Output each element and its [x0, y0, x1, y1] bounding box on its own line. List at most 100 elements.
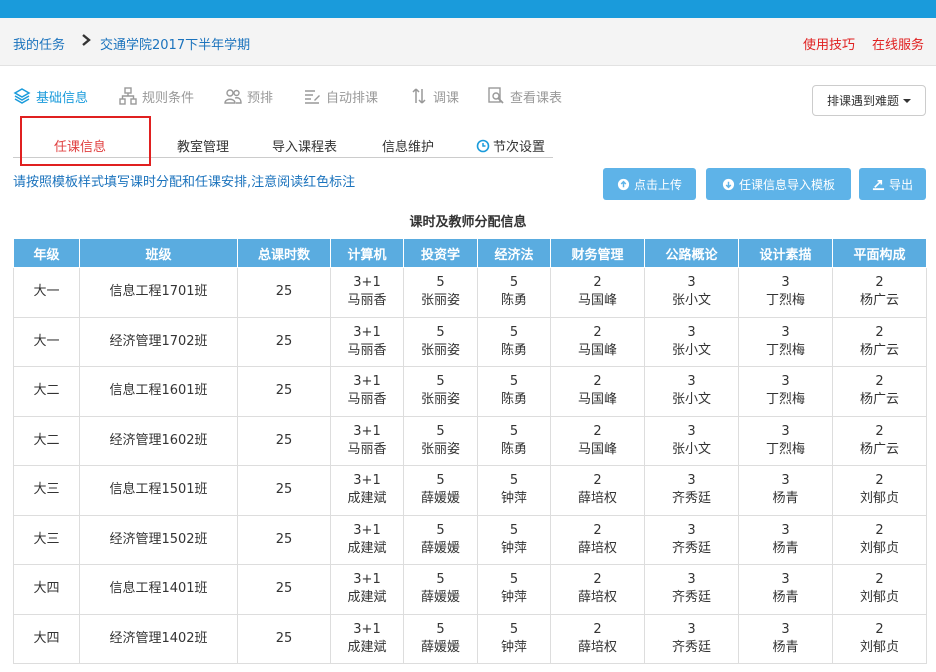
course-hours: 3+1	[353, 423, 381, 439]
course-teacher: 薛媛媛	[420, 491, 460, 507]
course-teacher: 齐秀廷	[671, 590, 711, 606]
course-hours: 3	[781, 374, 790, 390]
course-hours: 3	[687, 572, 696, 588]
course-hours: 3	[781, 473, 790, 489]
table-row: 大四 经济管理1402班 25 3+1 成建斌 5 薛媛媛 5 钟萍 2 薛培权 3 齐秀廷 3 杨青 2 刘郁…	[13, 613, 927, 664]
course-teacher: 马国峰	[577, 441, 617, 457]
tool-basic-info[interactable]: 基础信息	[13, 85, 88, 107]
edit-list-icon	[305, 90, 320, 104]
course-cell: 2 马国峰	[550, 415, 645, 466]
tool-view-schedule[interactable]: 查看课表	[487, 85, 562, 107]
course-cell: 3+1 马丽香	[330, 415, 404, 466]
total-hours-cell: 25	[237, 316, 331, 367]
course-cell: 5 张丽姿	[403, 316, 478, 367]
course-hours: 2	[875, 473, 884, 489]
total-hours-cell: 25	[237, 564, 331, 615]
instruction-hint: 请按照模板样式填写课时分配和任课安排,注意阅读红色标注	[13, 175, 356, 190]
column-header: 平面构成	[832, 238, 927, 268]
tab-info-maintenance[interactable]: 信息维护	[382, 136, 434, 155]
column-header: 经济法	[477, 238, 551, 268]
course-hours: 2	[593, 621, 602, 637]
course-hours: 2	[593, 374, 602, 390]
course-hours: 3	[781, 324, 790, 340]
course-teacher: 钟萍	[500, 590, 527, 606]
table-row: 大四 信息工程1401班 25 3+1 成建斌 5 薛媛媛 5 钟萍 2 薛培权 3 齐秀廷 3 杨青 2 刘郁…	[13, 564, 927, 615]
class-cell: 信息工程1701班	[79, 267, 238, 318]
tab-classroom-management[interactable]: 教室管理	[177, 136, 229, 155]
course-teacher: 刘郁贞	[859, 590, 899, 606]
course-hours: 5	[436, 275, 445, 291]
course-cell: 2 薛培权	[550, 613, 645, 664]
course-teacher: 马国峰	[577, 342, 617, 358]
course-cell: 3 齐秀廷	[644, 465, 739, 516]
download-circle-icon	[722, 178, 735, 190]
course-teacher: 薛培权	[577, 639, 617, 655]
course-teacher: 刘郁贞	[859, 639, 899, 655]
course-hours: 5	[509, 423, 519, 439]
layers-icon	[13, 88, 31, 104]
course-cell: 3 杨青	[738, 465, 833, 516]
table-body: 大一 信息工程1701班 25 3+1 马丽香 5 张丽姿 5 陈勇 2 马国峰 3 张小文 3 丁烈梅 2 杨…	[13, 267, 927, 664]
breadcrumb-current[interactable]: 交通学院2017下半年学期	[100, 34, 250, 53]
course-hours: 3+1	[353, 473, 381, 489]
course-hours: 2	[593, 324, 602, 340]
tool-auto-schedule[interactable]: 自动排课	[303, 85, 378, 107]
class-cell: 经济管理1702班	[79, 316, 238, 367]
upload-button[interactable]: 点击上传	[603, 168, 696, 200]
course-teacher: 钟萍	[500, 540, 527, 556]
tool-adjust[interactable]: 调课	[410, 85, 459, 107]
usage-tips-link[interactable]: 使用技巧	[803, 34, 855, 53]
tool-rules[interactable]: 规则条件	[119, 85, 194, 107]
course-teacher: 钟萍	[500, 639, 527, 655]
breadcrumb: 我的任务 交通学院2017下半年学期 使用技巧 在线服务	[0, 18, 936, 66]
course-teacher: 薛培权	[577, 540, 617, 556]
tab-period-settings[interactable]: 节次设置	[476, 136, 545, 155]
breadcrumb-my-tasks[interactable]: 我的任务	[13, 34, 65, 53]
course-cell: 3+1 成建斌	[330, 465, 404, 516]
tab-import-schedule[interactable]: 导入课程表	[272, 136, 337, 155]
column-header: 设计素描	[738, 238, 833, 268]
course-hours: 5	[509, 572, 519, 588]
export-button[interactable]: 导出	[859, 168, 926, 200]
course-hours: 3	[687, 275, 696, 291]
course-cell: 3 丁烈梅	[738, 366, 833, 417]
course-teacher: 钟萍	[500, 491, 527, 507]
export-icon	[872, 179, 885, 190]
course-cell: 5 张丽姿	[403, 415, 478, 466]
import-template-button[interactable]: 任课信息导入模板	[706, 168, 851, 200]
course-teacher: 杨广云	[859, 441, 899, 457]
grade-cell: 大四	[13, 613, 80, 664]
scheduling-help-dropdown[interactable]: 排课遇到难题	[812, 85, 926, 116]
course-teacher: 丁烈梅	[765, 392, 805, 408]
course-teacher: 丁烈梅	[765, 342, 805, 358]
clock-icon	[476, 139, 490, 152]
course-cell: 5 陈勇	[477, 267, 551, 318]
course-hours: 3	[781, 522, 790, 538]
button-label: 导出	[888, 177, 913, 192]
course-cell: 2 薛培权	[550, 514, 645, 565]
course-hours: 5	[436, 423, 445, 439]
table-row: 大一 经济管理1702班 25 3+1 马丽香 5 张丽姿 5 陈勇 2 马国峰 3 张小文 3 丁烈梅 2 杨…	[13, 316, 927, 367]
course-cell: 5 薛媛媛	[403, 514, 478, 565]
class-cell: 信息工程1601班	[79, 366, 238, 417]
course-teacher: 张丽姿	[420, 392, 460, 408]
course-teacher: 张丽姿	[420, 293, 460, 309]
course-cell: 3 张小文	[644, 267, 739, 318]
course-cell: 3 张小文	[644, 366, 739, 417]
course-teacher: 成建斌	[347, 639, 387, 655]
grade-cell: 大四	[13, 564, 80, 615]
course-teacher: 杨青	[772, 491, 799, 507]
course-teacher: 齐秀廷	[671, 491, 711, 507]
tool-label: 自动排课	[326, 90, 379, 106]
course-hours: 2	[593, 522, 602, 538]
grade-cell: 大二	[13, 366, 80, 417]
table-title: 课时及教师分配信息	[409, 215, 527, 230]
course-hours: 5	[509, 275, 519, 291]
tool-pre-schedule[interactable]: 预排	[224, 85, 273, 107]
course-teacher: 成建斌	[347, 491, 387, 507]
online-service-link[interactable]: 在线服务	[872, 34, 924, 53]
course-teacher: 丁烈梅	[765, 441, 805, 457]
course-hours: 2	[875, 423, 884, 439]
search-doc-icon	[488, 87, 504, 104]
course-cell: 3 张小文	[644, 415, 739, 466]
